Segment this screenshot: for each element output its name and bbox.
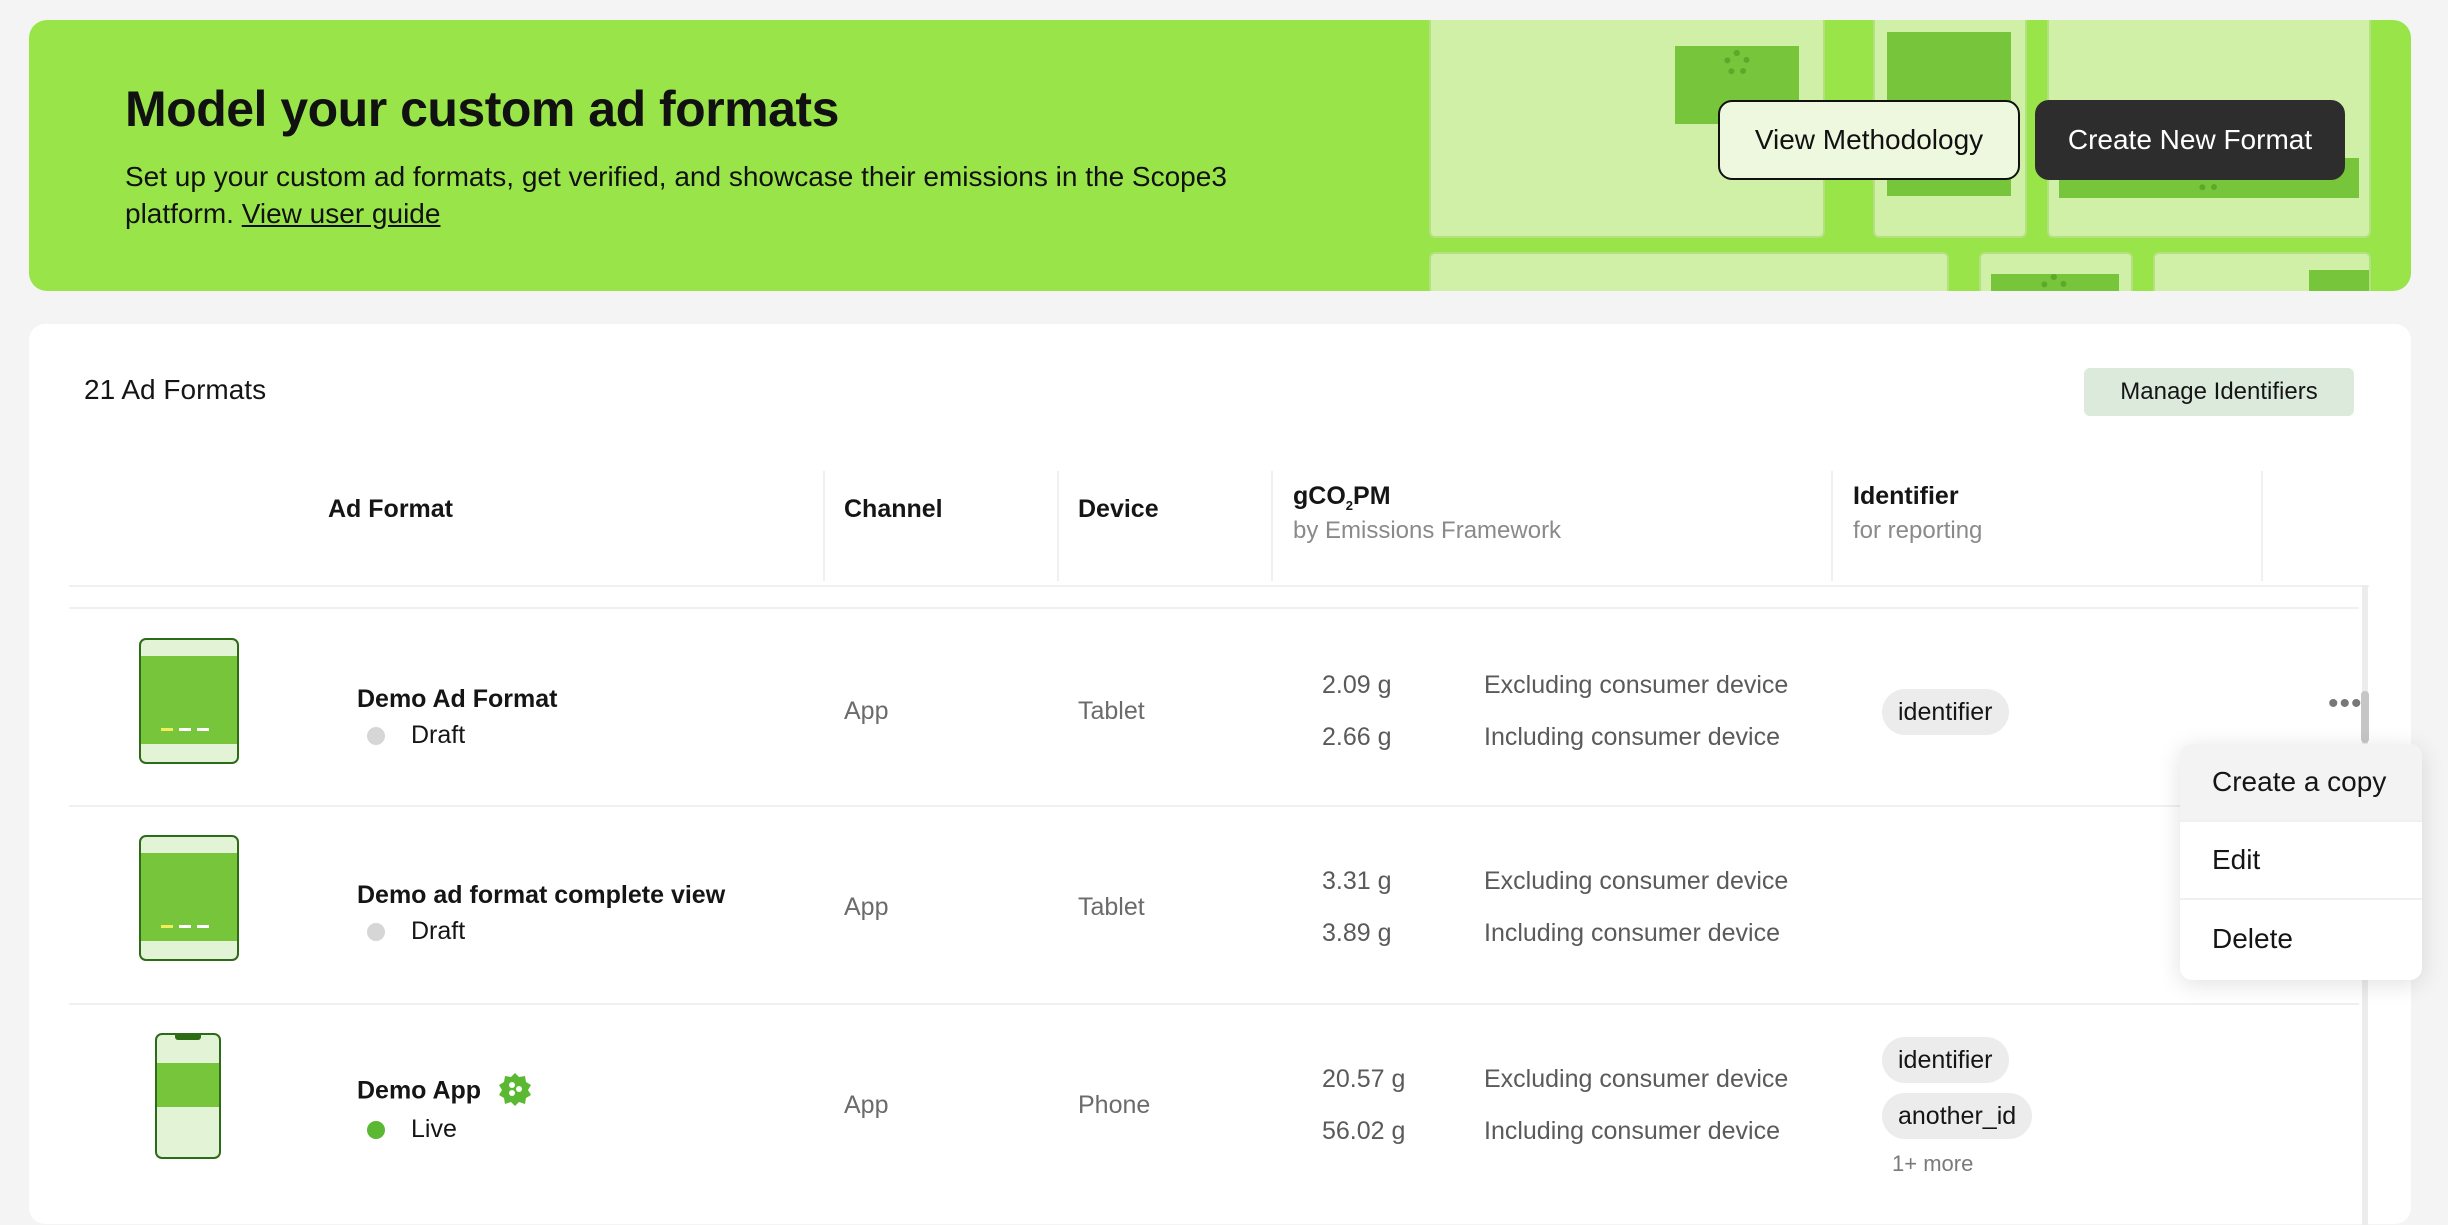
status-label: Draft <box>411 721 466 749</box>
hero-banner: Model your custom ad formats Set up your… <box>29 20 2411 291</box>
ad-format-name[interactable]: Demo Ad Format <box>357 685 557 714</box>
page-title: Model your custom ad formats <box>125 81 839 137</box>
header-identifier-subtitle: for reporting <box>1853 517 1983 544</box>
device-cell: Tablet <box>1078 893 1145 921</box>
header-gco2pm-suffix: PM <box>1353 482 1391 510</box>
status-dot-icon <box>367 726 385 745</box>
emission-value: 56.02 g <box>1322 1117 1406 1145</box>
tablet-thumbnail-icon <box>139 638 239 764</box>
header-identifier-label: Identifier <box>1853 482 1959 510</box>
emission-value: 3.31 g <box>1322 867 1392 895</box>
channel-cell: App <box>844 1091 889 1119</box>
table-row[interactable]: Demo ad format complete view Draft App T… <box>69 805 2359 1004</box>
emission-value: 3.89 g <box>1322 919 1392 947</box>
status-label: Draft <box>411 917 466 945</box>
ad-format-name[interactable]: Demo App <box>357 1073 532 1109</box>
header-channel: Channel <box>844 495 943 523</box>
device-cell: Phone <box>1078 1091 1151 1119</box>
ad-format-name-text: Demo App <box>357 1076 482 1105</box>
ad-formats-card: 21 Ad Formats Manage Identifiers Ad Form… <box>29 324 2411 1225</box>
header-gco2pm: gCO2PM by Emissions Framework <box>1293 482 1561 545</box>
emission-label: Excluding consumer device <box>1484 671 1789 699</box>
header-ad-format: Ad Format <box>328 495 453 523</box>
phone-thumbnail-icon <box>155 1033 221 1159</box>
view-methodology-button[interactable]: View Methodology <box>1718 100 2020 180</box>
manage-identifiers-button[interactable]: Manage Identifiers <box>2084 368 2354 416</box>
tablet-thumbnail-icon <box>139 835 239 961</box>
column-divider <box>823 471 825 581</box>
status-badge: Draft <box>367 721 465 750</box>
status-badge: Draft <box>367 917 465 946</box>
menu-item-edit[interactable]: Edit <box>2180 822 2422 900</box>
row-actions-menu: Create a copy Edit Delete <box>2180 744 2422 980</box>
column-divider <box>2261 471 2263 581</box>
create-new-format-button[interactable]: Create New Format <box>2035 100 2345 180</box>
table-row[interactable]: Demo Ad Format Draft App Tablet 2.09 g E… <box>69 607 2362 806</box>
identifier-chip: identifier <box>1882 689 2009 735</box>
emission-value: 2.66 g <box>1322 723 1392 751</box>
more-identifiers-link[interactable]: 1+ more <box>1892 1151 1973 1177</box>
emission-value: 20.57 g <box>1322 1065 1406 1093</box>
status-dot-icon <box>367 922 385 941</box>
header-divider <box>69 585 2369 587</box>
emission-label: Excluding consumer device <box>1484 1065 1789 1093</box>
table-row[interactable]: Demo App Live App Phone 20.57 g Excludin… <box>69 1003 2359 1202</box>
channel-cell: App <box>844 697 889 725</box>
header-device: Device <box>1078 495 1159 523</box>
column-divider <box>1271 471 1273 581</box>
header-gco2pm-subtitle: by Emissions Framework <box>1293 517 1562 544</box>
ad-format-name[interactable]: Demo ad format complete view <box>357 881 725 910</box>
emission-label: Excluding consumer device <box>1484 867 1789 895</box>
menu-item-delete[interactable]: Delete <box>2180 900 2422 978</box>
menu-item-create-copy[interactable]: Create a copy <box>2180 744 2422 822</box>
ad-formats-count: 21 Ad Formats <box>84 374 267 405</box>
header-gco2pm-prefix: gCO <box>1293 482 1346 510</box>
header-identifier: Identifier for reporting <box>1853 482 1982 545</box>
column-divider <box>1831 471 1833 581</box>
status-label: Live <box>411 1115 457 1143</box>
view-user-guide-link[interactable]: View user guide <box>242 198 441 229</box>
verified-badge-icon <box>499 1073 532 1106</box>
hero-description: Set up your custom ad formats, get verif… <box>125 158 1245 232</box>
more-horizontal-icon[interactable]: ••• <box>2328 689 2363 719</box>
device-cell: Tablet <box>1078 697 1145 725</box>
emission-value: 2.09 g <box>1322 671 1392 699</box>
status-badge: Live <box>367 1115 457 1144</box>
emission-label: Including consumer device <box>1484 1117 1780 1145</box>
identifier-chip: another_id <box>1882 1093 2033 1139</box>
status-dot-icon <box>367 1120 385 1139</box>
emission-label: Including consumer device <box>1484 723 1780 751</box>
column-divider <box>1057 471 1059 581</box>
identifier-chip: identifier <box>1882 1037 2009 1083</box>
header-gco2pm-sub: 2 <box>1345 498 1354 513</box>
channel-cell: App <box>844 893 889 921</box>
emission-label: Including consumer device <box>1484 919 1780 947</box>
